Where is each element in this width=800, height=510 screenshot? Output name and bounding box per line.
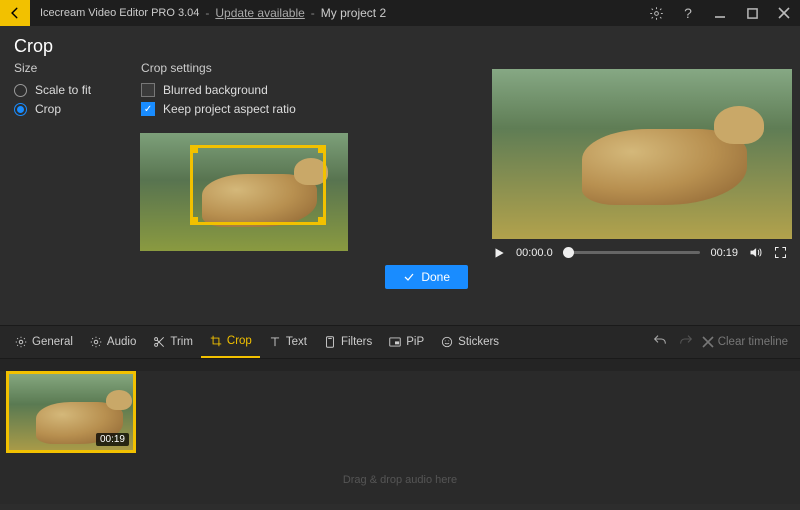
crop-handle[interactable] bbox=[190, 145, 198, 153]
tab-trim[interactable]: Trim bbox=[144, 326, 201, 358]
undo-button[interactable] bbox=[652, 333, 668, 352]
close-button[interactable] bbox=[768, 0, 800, 26]
tab-pip[interactable]: PiP bbox=[380, 326, 432, 358]
radio-icon bbox=[14, 84, 27, 97]
redo-button[interactable] bbox=[678, 333, 694, 352]
tab-general[interactable]: General bbox=[6, 326, 81, 358]
drag-audio-hint: Drag & drop audio here bbox=[0, 474, 800, 486]
size-header: Size bbox=[14, 61, 91, 75]
radio-crop[interactable]: Crop bbox=[14, 102, 91, 116]
crop-handle[interactable] bbox=[190, 217, 198, 225]
titlebar: Icecream Video Editor PRO 3.04 - Update … bbox=[0, 0, 800, 26]
check-keep-aspect[interactable]: ✓ Keep project aspect ratio bbox=[141, 102, 296, 116]
crop-editor[interactable] bbox=[140, 133, 348, 251]
time-current: 00:00.0 bbox=[516, 247, 553, 259]
size-section: Size Scale to fit Crop bbox=[14, 61, 91, 121]
tool-tabs: General Audio Trim Crop Text Filters PiP… bbox=[0, 325, 800, 359]
maximize-button[interactable] bbox=[736, 0, 768, 26]
checkbox-icon: ✓ bbox=[141, 102, 155, 116]
tab-filters[interactable]: Filters bbox=[315, 326, 380, 358]
clear-timeline-button[interactable]: Clear timeline bbox=[702, 336, 788, 348]
help-icon[interactable]: ? bbox=[672, 0, 704, 26]
settings-icon[interactable] bbox=[640, 0, 672, 26]
update-link[interactable]: Update available bbox=[215, 6, 304, 20]
timeline-ruler[interactable] bbox=[0, 359, 800, 371]
check-blurred-bg[interactable]: Blurred background bbox=[141, 83, 296, 97]
preview-panel: 00:00.0 00:19 bbox=[488, 61, 800, 325]
project-name: My project 2 bbox=[321, 6, 386, 20]
tab-crop[interactable]: Crop bbox=[201, 326, 260, 358]
radio-scale-to-fit[interactable]: Scale to fit bbox=[14, 83, 91, 97]
tab-text[interactable]: Text bbox=[260, 326, 315, 358]
clip-duration: 00:19 bbox=[96, 433, 129, 446]
tab-audio[interactable]: Audio bbox=[81, 326, 144, 358]
checkbox-icon bbox=[141, 83, 155, 97]
crop-handle[interactable] bbox=[318, 145, 326, 153]
seek-bar[interactable] bbox=[563, 251, 701, 254]
minimize-button[interactable] bbox=[704, 0, 736, 26]
volume-button[interactable] bbox=[748, 245, 763, 260]
radio-icon bbox=[14, 103, 27, 116]
play-button[interactable] bbox=[492, 246, 506, 260]
preview-image bbox=[492, 69, 792, 239]
done-button[interactable]: Done bbox=[385, 265, 468, 289]
crop-rectangle[interactable] bbox=[190, 145, 326, 225]
tab-stickers[interactable]: Stickers bbox=[432, 326, 507, 358]
time-total: 00:19 bbox=[710, 247, 738, 259]
crop-settings-header: Crop settings bbox=[141, 61, 296, 75]
back-button[interactable] bbox=[0, 0, 30, 26]
crop-handle[interactable] bbox=[318, 217, 326, 225]
fullscreen-button[interactable] bbox=[773, 245, 788, 260]
timeline[interactable]: 00:19 Drag & drop audio here bbox=[0, 359, 800, 504]
timeline-clip[interactable]: 00:19 bbox=[6, 371, 136, 453]
app-title: Icecream Video Editor PRO 3.04 bbox=[40, 7, 199, 19]
crop-settings-section: Crop settings Blurred background ✓ Keep … bbox=[141, 61, 296, 121]
panel-title: Crop bbox=[0, 26, 800, 61]
seek-knob[interactable] bbox=[563, 247, 574, 258]
